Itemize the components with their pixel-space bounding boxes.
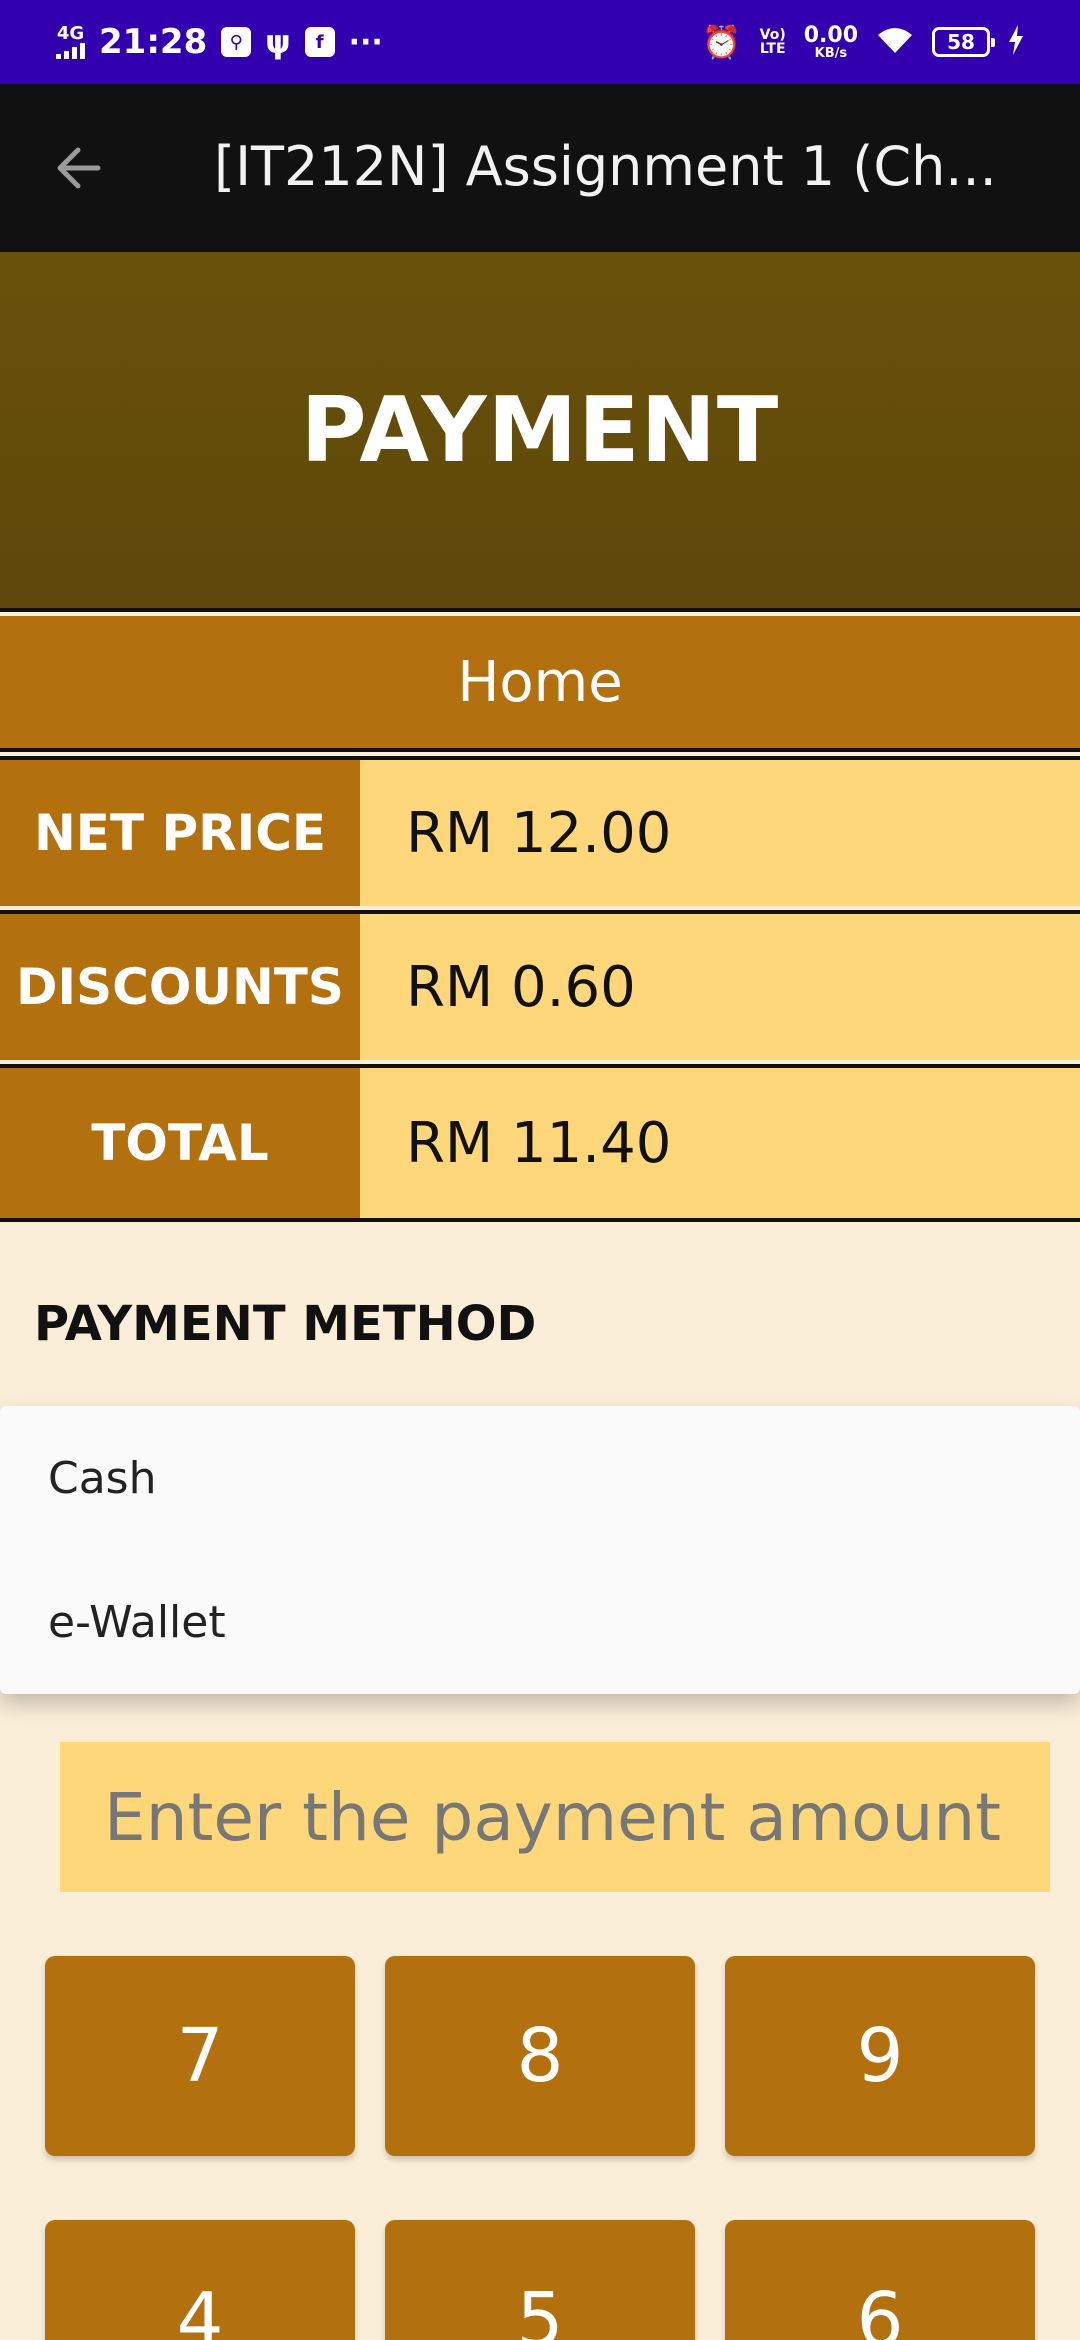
total-value: RM 11.40 bbox=[360, 1068, 1080, 1218]
app-bar: [IT212N] Assignment 1 (Ch... bbox=[0, 84, 1080, 252]
payment-amount-input[interactable] bbox=[60, 1742, 1050, 1892]
discounts-row: DISCOUNTS RM 0.60 bbox=[0, 910, 1080, 1060]
facebook-icon: f bbox=[304, 27, 335, 57]
payment-method-label: PAYMENT METHOD bbox=[34, 1296, 537, 1352]
wifi-icon bbox=[876, 25, 914, 59]
net-price-label: NET PRICE bbox=[0, 760, 360, 906]
battery-icon: 58 bbox=[932, 27, 995, 57]
total-row: TOTAL RM 11.40 bbox=[0, 1064, 1080, 1222]
usb-connected-icon: ψ bbox=[265, 23, 291, 61]
usb-icon: ⚲ bbox=[221, 27, 252, 57]
key-7[interactable]: 7 bbox=[45, 1956, 355, 2156]
payment-method-dropdown: Cash e-Wallet bbox=[0, 1406, 1080, 1694]
key-9[interactable]: 9 bbox=[725, 1956, 1035, 2156]
home-button[interactable]: Home bbox=[0, 616, 1080, 752]
total-label: TOTAL bbox=[0, 1068, 360, 1218]
signal-icon: 4G bbox=[56, 25, 85, 59]
net-price-value: RM 12.00 bbox=[360, 760, 1080, 906]
alarm-icon: ⏰ bbox=[701, 23, 742, 61]
key-6[interactable]: 6 bbox=[725, 2220, 1035, 2340]
discounts-value: RM 0.60 bbox=[360, 914, 1080, 1060]
network-type: 4G bbox=[56, 23, 85, 44]
net-speed: 0.00 KB/s bbox=[803, 22, 858, 61]
page-title: PAYMENT bbox=[300, 377, 780, 483]
status-bar: 4G 21:28 ⚲ ψ f ··· ⏰ Vo) LTE 0.00 KB/s 58 bbox=[0, 0, 1080, 84]
app-bar-title: [IT212N] Assignment 1 (Ch... bbox=[214, 135, 997, 198]
charging-icon bbox=[1008, 25, 1024, 59]
key-8[interactable]: 8 bbox=[385, 1956, 695, 2156]
back-button[interactable] bbox=[36, 128, 120, 212]
net-price-row: NET PRICE RM 12.00 bbox=[0, 756, 1080, 906]
battery-level: 58 bbox=[947, 30, 975, 54]
volte-icon: Vo) LTE bbox=[759, 27, 786, 57]
clock: 21:28 bbox=[99, 22, 208, 62]
discounts-label: DISCOUNTS bbox=[0, 914, 360, 1060]
arrow-left-icon bbox=[52, 142, 104, 198]
more-icon: ··· bbox=[348, 24, 383, 60]
option-cash[interactable]: Cash bbox=[0, 1406, 1080, 1550]
payment-header: PAYMENT bbox=[0, 252, 1080, 612]
key-5[interactable]: 5 bbox=[385, 2220, 695, 2340]
option-e-wallet[interactable]: e-Wallet bbox=[0, 1550, 1080, 1694]
key-4[interactable]: 4 bbox=[45, 2220, 355, 2340]
